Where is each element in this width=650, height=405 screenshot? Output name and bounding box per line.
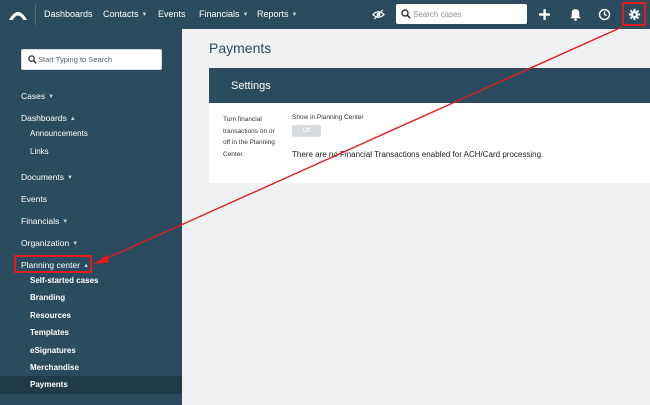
- nav-financials[interactable]: Financials ▼: [199, 9, 248, 19]
- no-transactions-message: There are no Financial Transactions enab…: [292, 150, 544, 159]
- bell-icon[interactable]: [569, 8, 582, 21]
- chevron-down-icon: ▼: [242, 11, 249, 18]
- sidebar-item-self-started-cases[interactable]: Self-started cases: [30, 276, 98, 285]
- sidebar-item-cases[interactable]: Cases ▼: [21, 91, 54, 101]
- help-text: Turn financial transactions on or off in…: [223, 116, 275, 158]
- sidebar-item-organization[interactable]: Organization ▼: [21, 238, 78, 248]
- search-icon: [401, 9, 411, 19]
- sidebar-item-documents[interactable]: Documents ▼: [21, 172, 73, 182]
- settings-card-body: Turn financial transactions on or off in…: [209, 103, 650, 183]
- page-title: Payments: [209, 40, 272, 56]
- navbar-divider: [35, 4, 36, 25]
- sidebar-item-payments[interactable]: Payments: [30, 380, 68, 389]
- sidebar-item-templates[interactable]: Templates: [30, 328, 69, 337]
- settings-card-header: Settings: [209, 68, 650, 103]
- show-in-planning-center-label: Show in Planning Center: [292, 114, 364, 121]
- clock-icon[interactable]: [598, 8, 611, 21]
- chevron-down-icon: ▼: [291, 11, 298, 18]
- nav-reports[interactable]: Reports ▼: [257, 9, 297, 19]
- sidebar-item-financials[interactable]: Financials ▼: [21, 216, 68, 226]
- settings-card-title: Settings: [231, 80, 271, 92]
- chevron-down-icon: ▼: [62, 218, 69, 225]
- sidebar-search-input[interactable]: [38, 52, 158, 67]
- sidebar-item-merchandise[interactable]: Merchandise: [30, 363, 79, 372]
- header-search-box[interactable]: [396, 4, 527, 24]
- eye-icon[interactable]: [372, 8, 385, 21]
- logo-icon[interactable]: [8, 7, 28, 21]
- top-navbar: Dashboards Contacts ▼ Events Financials ▼ …: [0, 0, 650, 29]
- gear-highlight-box: [622, 2, 646, 26]
- header-search-input[interactable]: [413, 6, 523, 22]
- sidebar-item-links[interactable]: Links: [30, 147, 49, 156]
- chevron-down-icon: ▼: [67, 174, 73, 181]
- chevron-down-icon: ▼: [72, 240, 79, 247]
- sidebar-item-esignatures[interactable]: eSignatures: [30, 346, 76, 355]
- nav-events[interactable]: Events: [158, 9, 186, 19]
- chevron-down-icon: ▼: [141, 11, 148, 18]
- show-in-planning-center-toggle[interactable]: Off: [292, 125, 321, 137]
- sidebar-item-events[interactable]: Events: [21, 194, 47, 204]
- planning-center-highlight-box: [14, 255, 92, 273]
- sidebar-item-dashboards[interactable]: Dashboards ▲: [21, 113, 76, 123]
- sidebar-active-highlight: [0, 376, 182, 394]
- search-icon: [28, 55, 37, 64]
- chevron-up-icon: ▲: [69, 115, 76, 122]
- nav-dashboards[interactable]: Dashboards: [44, 9, 93, 19]
- plus-icon[interactable]: [538, 8, 551, 21]
- sidebar: Cases▼ Dashboards▲ Announcements Links D…: [0, 29, 182, 405]
- sidebar-item-announcements[interactable]: Announcements: [30, 129, 88, 138]
- sidebar-item-branding[interactable]: Branding: [30, 293, 65, 302]
- sidebar-item-resources[interactable]: Resources: [30, 311, 71, 320]
- sidebar-search-box[interactable]: [21, 49, 162, 70]
- chevron-down-icon: ▼: [48, 93, 55, 100]
- nav-contacts[interactable]: Contacts ▼: [103, 9, 147, 19]
